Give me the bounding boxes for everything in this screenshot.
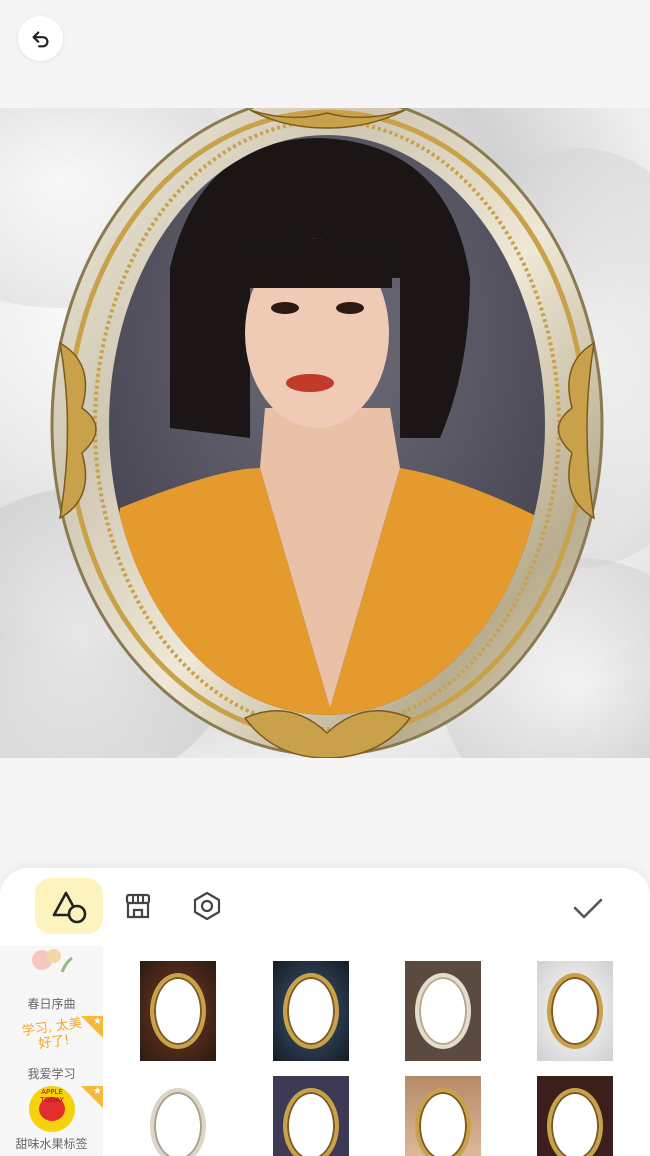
tool-row — [0, 868, 650, 946]
category-list: 春日序曲 ★ 学习, 太美好了! 我爱学习 ★ APPLE TODAY 甜味水果… — [0, 946, 103, 1156]
frame-thumb-brown[interactable] — [405, 961, 481, 1061]
photo-canvas[interactable] — [0, 108, 650, 758]
category-label: 春日序曲 — [27, 997, 76, 1011]
confirm-button[interactable] — [566, 886, 610, 930]
oval-frame-portrait[interactable] — [0, 108, 650, 758]
frame-oval — [150, 973, 206, 1049]
category-spring[interactable]: 春日序曲 — [0, 946, 103, 1016]
frame-oval — [283, 1088, 339, 1156]
apple-sticker-text: APPLE TODAY — [40, 1088, 64, 1104]
frame-thumb-white[interactable] — [140, 1076, 216, 1156]
frame-thumb-floral-blue[interactable] — [273, 961, 349, 1061]
check-icon — [573, 898, 603, 919]
frame-oval — [547, 973, 603, 1049]
frame-oval — [415, 1088, 471, 1156]
category-label: 甜味水果标签 — [15, 1137, 88, 1151]
frame-thumb-floral-dark[interactable] — [140, 961, 216, 1061]
frame-grid — [103, 946, 650, 1156]
frame-thumb-dark-red[interactable] — [537, 1076, 613, 1156]
store-icon — [125, 893, 151, 919]
back-button[interactable] — [18, 16, 63, 61]
triangle-circle-icon — [52, 891, 87, 924]
store-tool-button[interactable] — [104, 878, 172, 934]
study-sticker: 学习, 太美好了! — [21, 1015, 83, 1053]
frame-oval — [547, 1088, 603, 1156]
category-label: 我爱学习 — [27, 1067, 76, 1081]
hex-tool-button[interactable] — [173, 878, 241, 934]
frame-oval — [415, 973, 471, 1049]
frame-oval — [283, 973, 339, 1049]
frame-thumb-silver[interactable] — [537, 961, 613, 1061]
frame-thumb-tan[interactable] — [405, 1076, 481, 1156]
frame-thumb-purple[interactable] — [273, 1076, 349, 1156]
frame-picker-panel: 春日序曲 ★ 学习, 太美好了! 我爱学习 ★ APPLE TODAY 甜味水果… — [0, 868, 650, 1156]
shape-tool-button[interactable] — [35, 878, 103, 934]
hexagon-icon — [193, 891, 221, 921]
category-study[interactable]: ★ 学习, 太美好了! 我爱学习 — [0, 1016, 103, 1086]
premium-badge: ★ — [81, 1086, 103, 1108]
top-bar — [0, 0, 650, 108]
undo-icon — [32, 30, 48, 47]
frame-oval — [150, 1088, 206, 1156]
category-fruit[interactable]: ★ APPLE TODAY 甜味水果标签 — [0, 1086, 103, 1156]
flower-sticker-icon — [32, 949, 73, 973]
